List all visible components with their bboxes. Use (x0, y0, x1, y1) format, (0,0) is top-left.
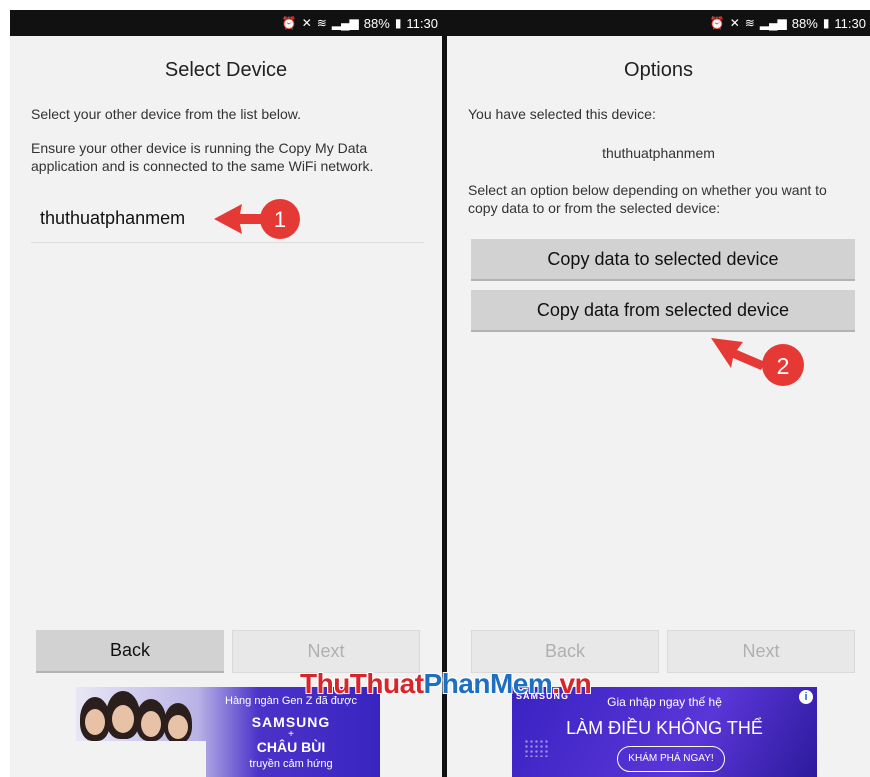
copy-to-device-button[interactable]: Copy data to selected device (471, 239, 855, 281)
ad-name: CHÂU BÙI (256, 739, 326, 755)
selected-device-name: thuthuatphanmem (602, 145, 715, 161)
device-list-item[interactable]: thuthuatphanmem (40, 208, 185, 229)
step-2-arrow-annotation: 2 (711, 338, 804, 386)
wifi-icon: ≋ (744, 16, 755, 30)
ad-cta-button[interactable]: KHÁM PHÁ NGAY! (617, 746, 725, 772)
page-title: Options (624, 59, 693, 81)
clock: 11:30 (834, 15, 866, 31)
status-bar: ⏰ ✕ ≋ ▂▄▆ 88% ▮ 11:30 (447, 10, 870, 36)
wifi-icon: ≋ (316, 16, 327, 30)
ad-brand: SAMSUNG (251, 714, 331, 730)
battery-icon: ▮ (822, 16, 830, 30)
selected-label: You have selected this device: (468, 106, 656, 122)
ad-slogan: LÀM ĐIỀU KHÔNG THỂ (566, 718, 763, 738)
alarm-icon: ⏰ (281, 16, 297, 30)
instruction-text: Select your other device from the list b… (31, 106, 302, 122)
watermark-part-3: .vn (552, 668, 592, 699)
advertisement-banner[interactable]: SAMSUNG Gia nhập ngay thế hệ LÀM ĐIỀU KH… (512, 687, 817, 777)
watermark-part-2: PhanMem (423, 668, 553, 699)
list-divider (31, 242, 424, 243)
back-button[interactable]: Back (36, 630, 224, 673)
options-screen: ⏰ ✕ ≋ ▂▄▆ 88% ▮ 11:30 Options You have s… (447, 10, 870, 777)
mute-icon: ✕ (301, 16, 312, 30)
copy-from-device-button[interactable]: Copy data from selected device (471, 290, 855, 332)
status-bar: ⏰ ✕ ≋ ▂▄▆ 88% ▮ 11:30 (10, 10, 442, 36)
next-button[interactable]: Next (667, 630, 855, 673)
alarm-icon: ⏰ (709, 16, 725, 30)
ad-info-icon[interactable]: i (799, 690, 813, 704)
mute-icon: ✕ (729, 16, 740, 30)
signal-icon: ▂▄▆ (759, 16, 787, 30)
step-2-number: 2 (777, 353, 790, 379)
options-instruction: Select an option below depending on whet… (468, 182, 827, 216)
back-button[interactable]: Back (471, 630, 659, 673)
ad-people-image (76, 687, 206, 777)
advertisement-banner[interactable]: Hàng ngàn Gen Z đã được SAMSUNG + CHÂU B… (76, 687, 380, 777)
next-button[interactable]: Next (232, 630, 420, 673)
watermark-part-1: ThuThuat (300, 668, 424, 699)
step-1-arrow-annotation: 1 (214, 199, 300, 239)
select-device-screen: ⏰ ✕ ≋ ▂▄▆ 88% ▮ 11:30 Select Device Sele… (10, 10, 442, 777)
battery-percent: 88% (791, 15, 818, 31)
clock: 11:30 (406, 15, 438, 31)
step-1-number: 1 (274, 207, 286, 232)
wifi-instruction-text: Ensure your other device is running the … (31, 140, 374, 174)
page-title: Select Device (164, 59, 288, 81)
battery-icon: ▮ (394, 16, 402, 30)
ad-tagline: truyền cảm hứng (249, 758, 333, 770)
ad-dot-pattern (524, 739, 550, 757)
signal-icon: ▂▄▆ (331, 16, 359, 30)
site-watermark: ThuThuatPhanMem.vn (300, 668, 592, 700)
battery-percent: 88% (363, 15, 390, 31)
